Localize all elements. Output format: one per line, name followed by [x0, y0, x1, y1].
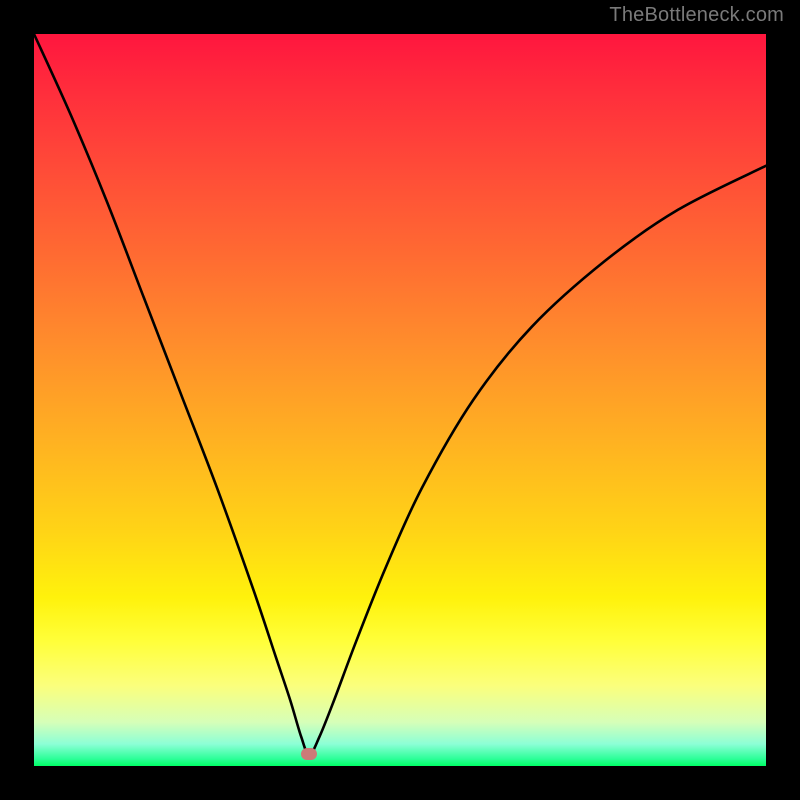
optimum-marker [301, 748, 317, 760]
chart-frame: TheBottleneck.com [0, 0, 800, 800]
watermark-text: TheBottleneck.com [609, 4, 784, 27]
plot-area [34, 34, 766, 766]
bottleneck-curve [34, 34, 766, 766]
